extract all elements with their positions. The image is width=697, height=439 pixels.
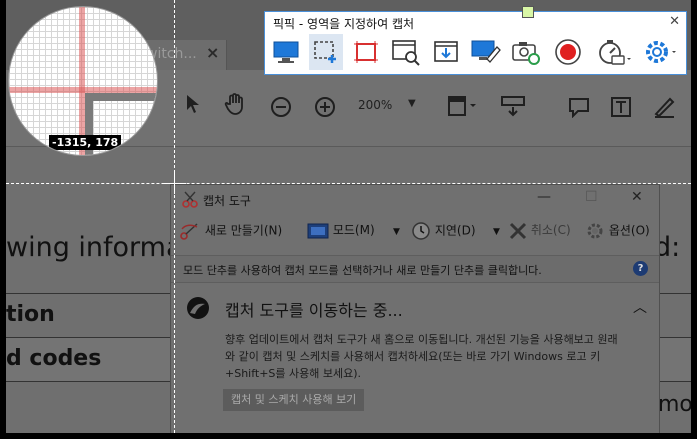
keyboard-icon: [500, 94, 526, 124]
repeat-capture-icon: [512, 42, 540, 65]
try-snip-sketch-button[interactable]: 캡처 및 스케치 사용해 보기: [223, 389, 365, 411]
maximize-button[interactable]: ☐: [585, 189, 598, 205]
snip-sketch-icon: [185, 295, 211, 325]
x-icon: [509, 222, 527, 239]
fixed-region-capture-button[interactable]: [349, 34, 383, 70]
close-button[interactable]: ✕: [631, 189, 643, 205]
table-header-cell: tion: [6, 302, 55, 327]
zoom-level: 200%: [358, 98, 393, 112]
capture-tool-titlebar[interactable]: 캡처 도구 — ☐ ✕: [171, 185, 659, 215]
record-button[interactable]: [551, 34, 585, 70]
zoom-out-icon: [270, 96, 292, 124]
scroll-capture-icon: [434, 41, 458, 62]
picpick-title: 픽픽 - 영역을 지정하여 캡처: [273, 17, 415, 31]
magnifier-edge: [85, 93, 157, 101]
options-button[interactable]: 옵션(O): [585, 221, 650, 241]
freehand-capture-button[interactable]: [469, 34, 503, 70]
cancel-label: 취소(C): [530, 223, 571, 237]
screen: witch... × 200% ▼ wing informa d: tion d…: [6, 0, 691, 433]
chevron-down-icon[interactable]: ▼: [393, 227, 400, 237]
settings-button[interactable]: [641, 34, 681, 70]
delay-label: 지연(D): [434, 223, 476, 238]
delay-button[interactable]: 지연(D): [411, 221, 476, 241]
close-icon: ×: [206, 43, 220, 62]
full-screen-capture-icon: [273, 41, 299, 63]
page-fit-icon: [446, 94, 480, 126]
options-label: 옵션(O): [608, 223, 650, 238]
chevron-down-icon[interactable]: ▼: [493, 227, 500, 237]
region-capture-button[interactable]: [309, 34, 343, 70]
picpick-capture-toolbar: 픽픽 - 영역을 지정하여 캡처 ✕: [264, 11, 687, 75]
minimize-button[interactable]: —: [537, 189, 551, 205]
new-snip-label: 새로 만들기(N): [204, 223, 283, 238]
notice-title: 캡처 도구를 이동하는 중...: [225, 301, 403, 320]
scroll-capture-button[interactable]: [429, 34, 463, 70]
picpick-close-button[interactable]: ✕: [669, 14, 680, 29]
background-heading: wing informa: [6, 232, 183, 263]
magnifier-loupe: -1315, 178: [8, 6, 158, 156]
crosshair-horizontal-line: [6, 183, 691, 184]
cancel-button[interactable]: 취소(C): [509, 221, 571, 240]
mode-button[interactable]: 모드(M): [307, 221, 375, 240]
cursor-coordinates: -1315, 178: [49, 135, 122, 150]
capture-tool-window: 캡처 도구 — ☐ ✕ 새로 만들기(N) 모드(M) ▼ 지연(D) ▼ 취소…: [170, 184, 660, 433]
hint-bar: 모드 단추를 사용하여 캡처 모드를 선택하거나 새로 만들기 단추를 클릭합니…: [171, 255, 659, 283]
comment-icon: [568, 96, 590, 124]
crosshair-cursor-icon: [174, 172, 175, 194]
table-cell-right: mo: [658, 392, 691, 417]
new-snip-button[interactable]: 새로 만들기(N): [179, 221, 282, 241]
collapse-button[interactable]: ︿: [633, 297, 647, 317]
timer-button[interactable]: [595, 34, 635, 70]
settings-icon: [646, 41, 676, 63]
region-capture-icon: [314, 41, 336, 63]
full-screen-capture-button[interactable]: [269, 34, 303, 70]
table-cell: d codes: [6, 346, 102, 371]
zoom-in-icon: [314, 96, 336, 124]
window-capture-icon: [392, 40, 420, 66]
gear-icon: [587, 223, 603, 239]
fixed-region-capture-icon: [354, 41, 378, 63]
chevron-down-icon: ▼: [408, 98, 416, 109]
capture-tool-toolbar: 새로 만들기(N) 모드(M) ▼ 지연(D) ▼ 취소(C) 옵션(O): [171, 215, 659, 249]
selection-handle[interactable]: [522, 6, 534, 18]
move-notice: 캡처 도구를 이동하는 중... ︿ 향후 업데이트에서 캡처 도구가 새 홈으…: [171, 283, 659, 433]
hint-text: 모드 단추를 사용하여 캡처 모드를 선택하거나 새로 만들기 단추를 클릭합니…: [183, 264, 542, 277]
rectangle-mode-icon: [307, 223, 329, 238]
scissors-icon: [180, 223, 198, 240]
notice-body: 향후 업데이트에서 캡처 도구가 새 홈으로 이동됩니다. 개선된 기능을 사용…: [225, 333, 618, 380]
capture-tool-title: 캡처 도구: [203, 194, 251, 208]
timer-icon: [599, 40, 631, 65]
pointer-icon: [184, 94, 202, 120]
crosshair-cursor-icon: [164, 183, 186, 184]
mode-label: 모드(M): [332, 223, 375, 237]
repeat-capture-button[interactable]: [509, 34, 543, 70]
window-capture-button[interactable]: [389, 34, 423, 70]
picpick-tools: [269, 34, 681, 70]
clock-icon: [412, 222, 430, 240]
record-icon: [555, 39, 581, 65]
snipping-tool-icon: [181, 191, 199, 213]
text-box-icon: [610, 96, 632, 124]
help-icon[interactable]: ?: [633, 261, 648, 276]
freehand-capture-icon: [471, 40, 501, 63]
crosshair-vertical-line: [174, 0, 175, 433]
pen-icon: [652, 96, 676, 124]
hand-icon: [224, 92, 248, 122]
